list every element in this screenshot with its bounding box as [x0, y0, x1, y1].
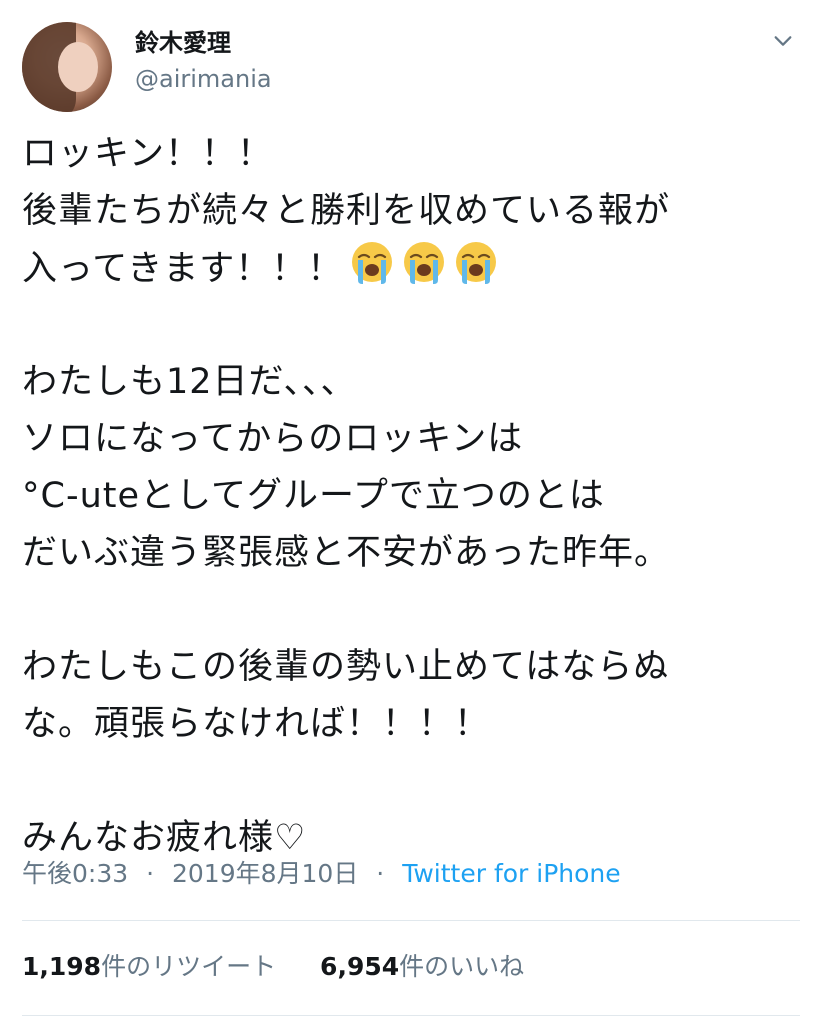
tweet-line: だいぶ違う緊張感と不安があった昨年。 — [22, 533, 671, 573]
avatar-face — [58, 42, 98, 92]
meta-separator: · — [376, 859, 385, 888]
tweet-line: わたしもこの後輩の勢い止めてはならぬ — [22, 647, 670, 687]
retweets-label: 件のリツイート — [101, 952, 277, 981]
divider — [22, 920, 800, 921]
tweet-date[interactable]: 2019年8月10日 — [172, 859, 358, 888]
avatar[interactable] — [22, 22, 112, 112]
tweet-stats: 1,198件のリツイート 6,954件のいいね — [22, 950, 560, 984]
user-handle[interactable]: @airimania — [135, 64, 272, 94]
loudly-crying-face-icon — [404, 242, 445, 284]
retweets-stat[interactable]: 1,198件のリツイート — [22, 950, 276, 984]
tweet-source-link[interactable]: Twitter for iPhone — [402, 859, 620, 888]
tweet-card: 鈴木愛理 @airimania ロッキン！！！ 後輩たちが続々と勝利を収めている… — [0, 0, 822, 1020]
meta-separator: · — [146, 859, 155, 888]
loudly-crying-face-icon — [456, 242, 497, 284]
loudly-crying-face-icon — [352, 242, 393, 284]
display-name[interactable]: 鈴木愛理 — [135, 28, 231, 58]
tweet-line: 後輩たちが続々と勝利を収めている報が — [22, 191, 671, 231]
tweet-line: わたしも12日だ、、、 — [22, 362, 357, 402]
tweet-line-text: 入ってきます！！！ — [22, 249, 344, 289]
likes-stat[interactable]: 6,954件のいいね — [320, 950, 524, 984]
tweet-line: な。頑張らなければ！！！！ — [22, 704, 491, 744]
divider — [22, 1015, 800, 1016]
tweet-line: 入ってきます！！！ — [22, 240, 802, 297]
tweet-line: ロッキン！！！ — [22, 134, 273, 174]
tweet-line: ソロになってからのロッキンは — [22, 419, 524, 459]
tweet-header: 鈴木愛理 @airimania — [22, 16, 802, 112]
chevron-down-icon[interactable] — [772, 30, 794, 52]
tweet-text: ロッキン！！！ 後輩たちが続々と勝利を収めている報が 入ってきます！！！ わたし… — [22, 126, 802, 867]
tweet-line: °C-uteとしてグループで立つのとは — [22, 476, 605, 516]
likes-label: 件のいいね — [399, 952, 525, 981]
tweet-meta: 午後0:33 · 2019年8月10日 · Twitter for iPhone — [22, 858, 621, 890]
retweets-count: 1,198 — [22, 952, 102, 981]
likes-count: 6,954 — [320, 952, 400, 981]
tweet-time[interactable]: 午後0:33 — [22, 859, 128, 888]
